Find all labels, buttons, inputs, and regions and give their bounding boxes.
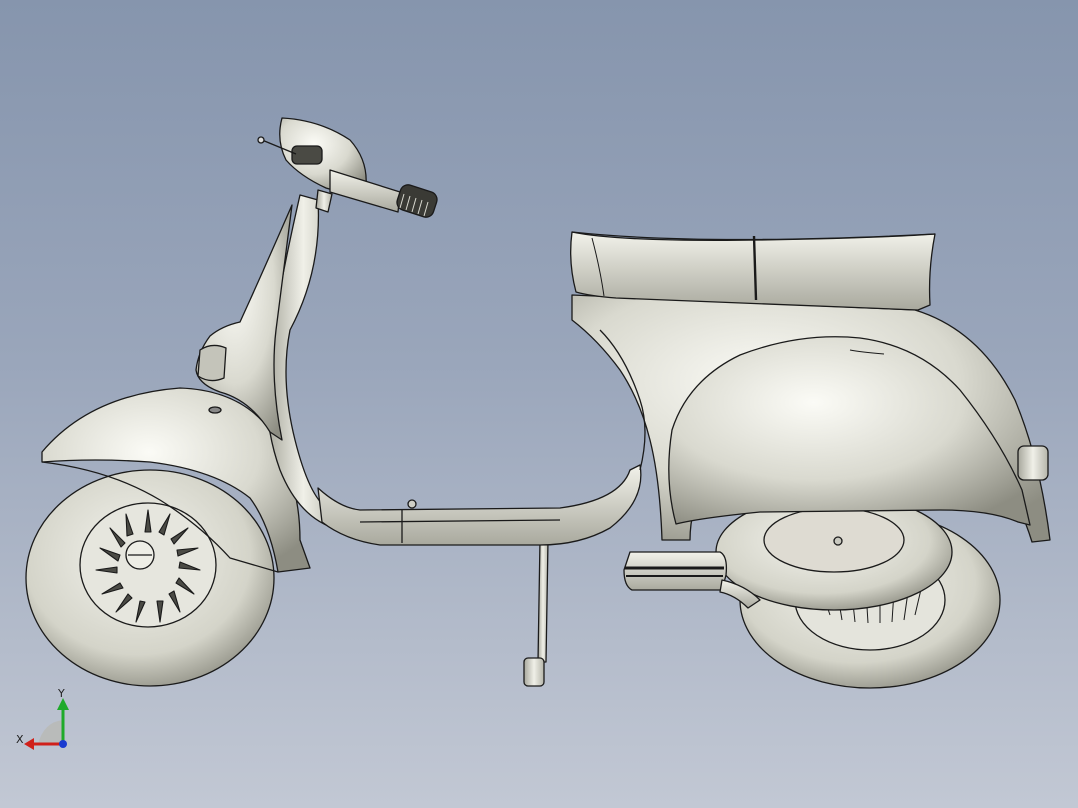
handlebar [257,117,438,218]
seat [570,231,936,311]
triad-x-label: X [16,733,24,746]
graphics-viewport[interactable]: X Y [0,0,1078,808]
triad-z-axis [59,740,67,748]
scooter-model[interactable] [0,0,1078,808]
front-wheel [25,469,275,687]
triad-plane-shading [38,720,63,744]
floorboard [317,464,642,546]
coordinate-triad: X Y [10,686,80,756]
kickstand [523,539,549,687]
triad-y-label: Y [58,687,65,700]
tail-light [1017,445,1049,481]
triad-x-arrow [24,738,34,750]
